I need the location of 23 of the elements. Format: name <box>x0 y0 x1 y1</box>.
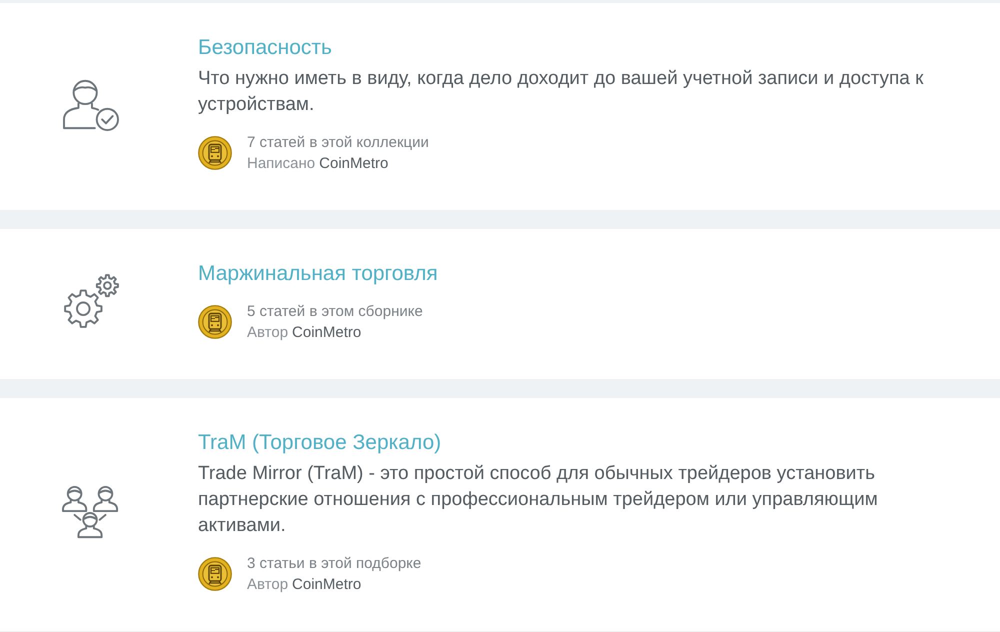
article-count: 5 статей в этом сборнике <box>247 302 423 322</box>
author-name: CoinMetro <box>292 323 362 343</box>
train-coin-icon <box>198 557 232 591</box>
article-count: 7 статей в этой коллекции <box>247 133 429 153</box>
collection-card[interactable] <box>0 398 1000 631</box>
collection-title[interactable]: Маржинальная торговля <box>198 261 438 287</box>
author-name: CoinMetro <box>292 575 362 595</box>
train-coin-icon <box>198 136 232 170</box>
article-count: 3 статьи в этой подборке <box>247 554 422 574</box>
collection-description: Trade Mirror (TraM) - это простой способ для обычных трейдеров установить партнерские отношения с профессиональным трейдером или управляющим активами. <box>198 462 879 538</box>
train-coin-icon <box>198 305 232 339</box>
byline-label: Написано <box>247 154 316 174</box>
user-group-icon <box>62 484 120 540</box>
author-name: CoinMetro <box>319 154 388 174</box>
collection-title[interactable]: TraM (Торговое Зеркало) <box>198 430 442 456</box>
byline-label: Автор <box>247 323 288 343</box>
collection-card[interactable]: Маржинальная торговля 5 статей в этом сборнике Автор CoinMetro <box>0 229 1000 379</box>
gears-icon <box>62 274 120 330</box>
collection-card[interactable]: Безопасность Что нужно иметь в виду, когда дело доходит до вашей учетной записи и доступа к устройствам. 7 статей в этой коллекции Написано CoinMetro <box>0 3 1000 210</box>
user-check-icon <box>62 78 120 132</box>
collection-description: Что нужно иметь в виду, когда дело доходит до вашей учетной записи и доступа к устройствам. <box>198 67 924 117</box>
byline-label: Автор <box>247 575 288 595</box>
collection-title[interactable]: Безопасность <box>198 35 332 61</box>
